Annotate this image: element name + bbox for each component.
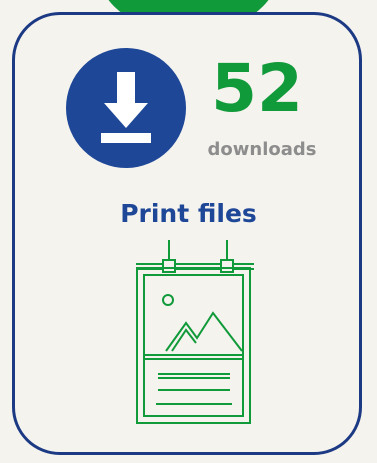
download-badge [66,48,186,168]
print-poster-icon [136,240,254,424]
download-count: 52 [211,50,303,127]
section-title: Print files [120,199,257,228]
download-icon [101,72,151,143]
download-count-label: downloads [207,139,317,160]
